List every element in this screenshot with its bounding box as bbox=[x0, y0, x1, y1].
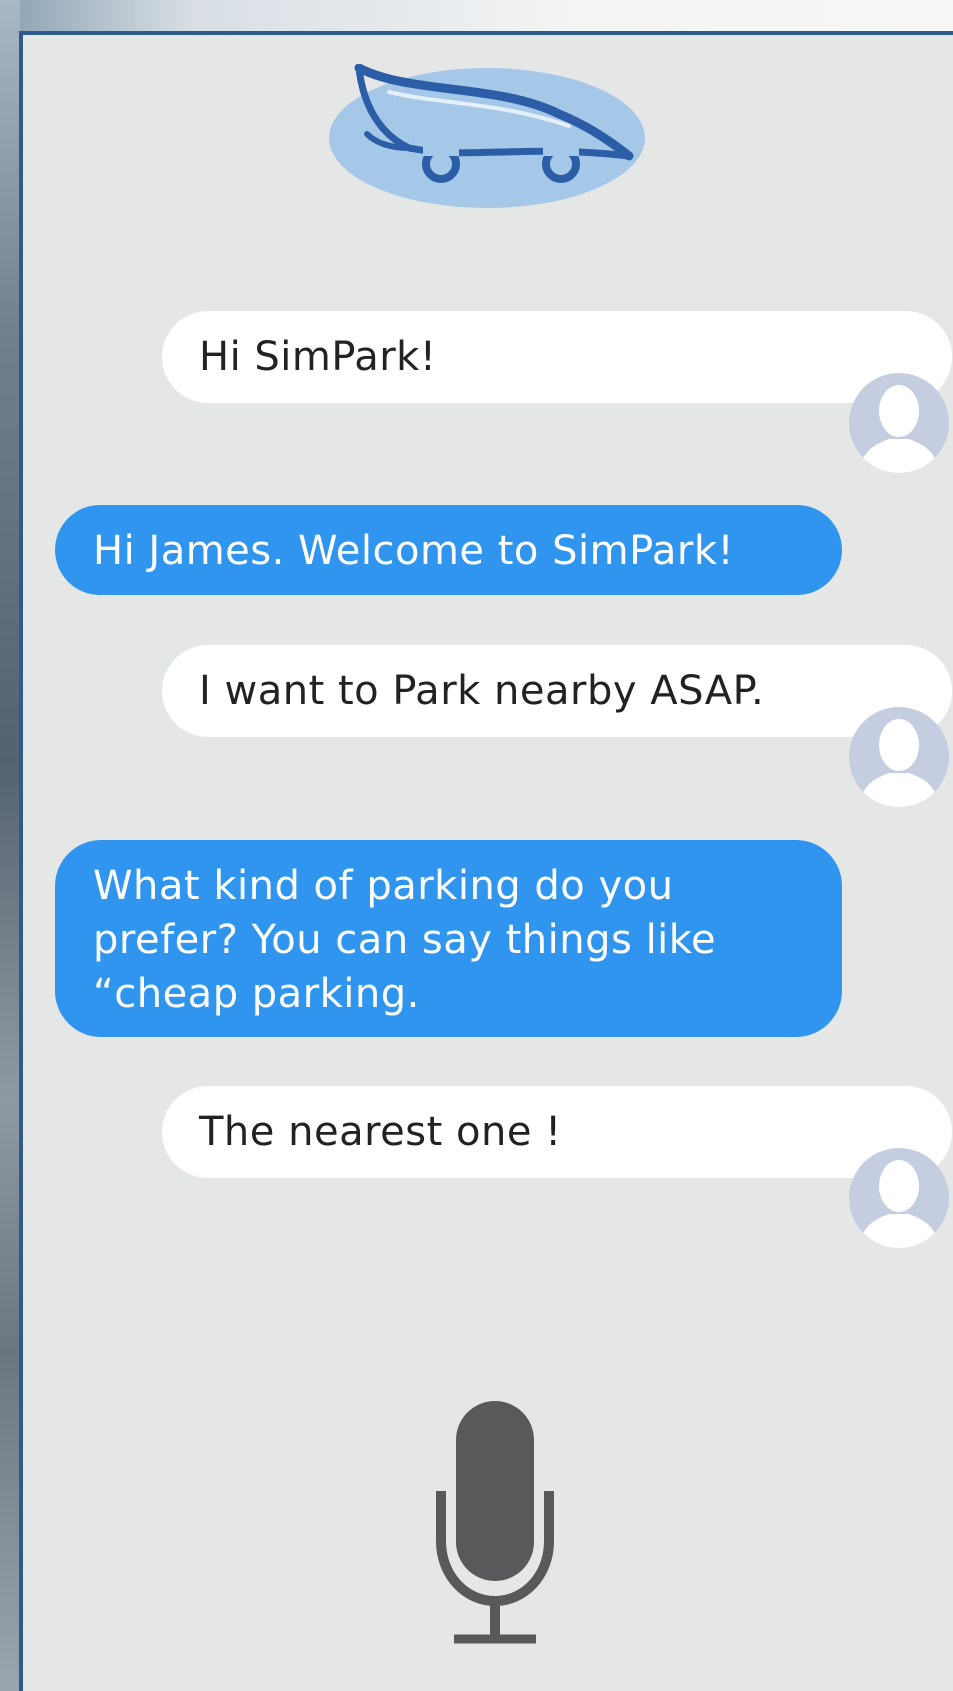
message-text: Hi SimPark! bbox=[199, 334, 437, 380]
user-avatar-icon bbox=[849, 707, 949, 807]
message-text: What kind of parking do you prefer? You … bbox=[93, 863, 717, 1017]
user-avatar-icon bbox=[849, 1148, 949, 1248]
microphone-icon[interactable] bbox=[436, 1401, 554, 1646]
car-leaf-logo bbox=[329, 64, 645, 208]
bot-message: What kind of parking do you prefer? You … bbox=[55, 840, 842, 1037]
message-text: Hi James. Welcome to SimPark! bbox=[93, 528, 735, 574]
background-left bbox=[0, 0, 20, 1691]
bot-message: Hi James. Welcome to SimPark! bbox=[55, 505, 842, 595]
background-top bbox=[0, 0, 953, 34]
user-message: The nearest one ! bbox=[162, 1086, 952, 1178]
user-avatar-icon bbox=[849, 373, 949, 473]
message-text: I want to Park nearby ASAP. bbox=[199, 668, 765, 714]
message-text: The nearest one ! bbox=[199, 1109, 562, 1155]
user-message: Hi SimPark! bbox=[162, 311, 952, 403]
user-message: I want to Park nearby ASAP. bbox=[162, 645, 952, 737]
